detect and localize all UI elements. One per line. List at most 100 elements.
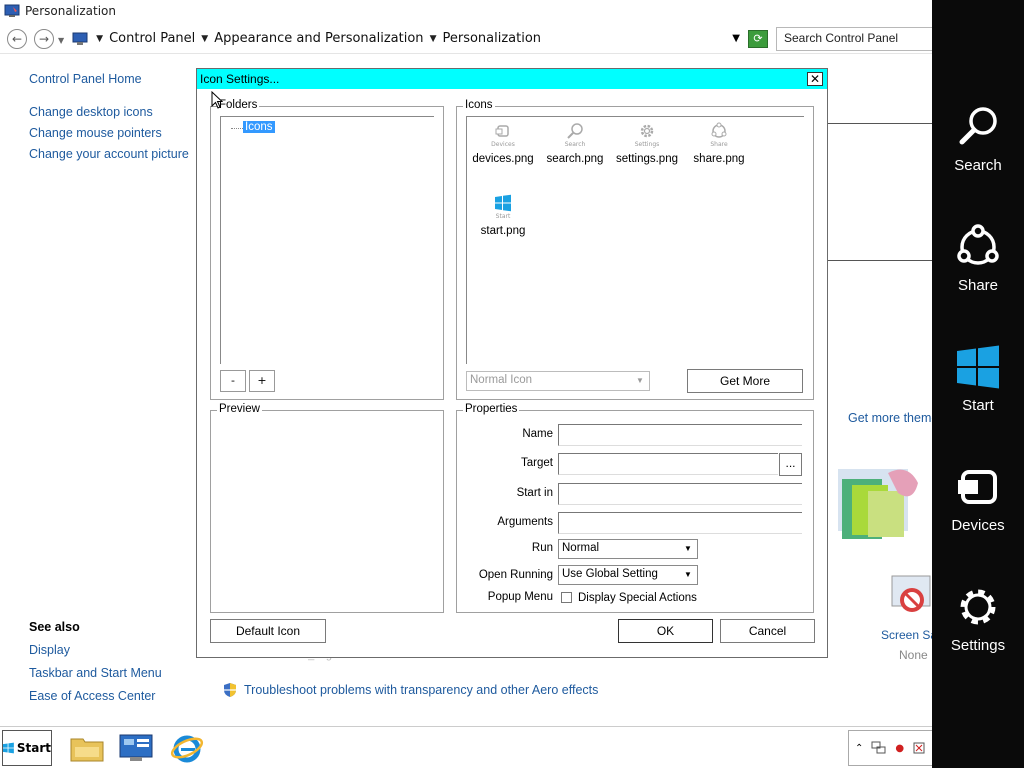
window-title: Personalization — [25, 4, 116, 18]
breadcrumb-separator[interactable]: ▼ — [96, 34, 103, 44]
arrow-right-icon: → — [38, 31, 50, 46]
icon-caption: Share — [710, 141, 728, 148]
name-input[interactable] — [558, 424, 802, 446]
open-running-value: Use Global Setting — [562, 568, 658, 580]
cancel-button[interactable]: Cancel — [720, 619, 815, 643]
browse-button[interactable]: ... — [779, 453, 802, 476]
alert-icon[interactable]: ● — [895, 743, 904, 754]
taskbar-start-menu-link[interactable]: Taskbar and Start Menu — [29, 666, 162, 680]
target-input[interactable] — [558, 453, 778, 475]
icon-item-devices[interactable]: Devices devices.png — [467, 121, 539, 165]
breadcrumb-control-panel[interactable]: Control Panel — [109, 31, 195, 46]
taskbar-control-panel[interactable] — [113, 730, 159, 766]
share-icon — [957, 224, 999, 265]
personalization-icon — [4, 4, 20, 17]
folder-tree[interactable]: Icons — [220, 116, 434, 364]
display-special-checkbox[interactable] — [561, 592, 572, 603]
ease-of-access-link[interactable]: Ease of Access Center — [29, 689, 155, 703]
icon-filename: settings.png — [615, 153, 678, 165]
icon-type-select[interactable]: Normal Icon ▼ — [466, 371, 650, 391]
change-mouse-pointers-link[interactable]: Change mouse pointers — [29, 126, 199, 140]
change-account-picture-link[interactable]: Change your account picture — [29, 147, 199, 161]
breadcrumb-appearance[interactable]: Appearance and Personalization — [214, 31, 423, 46]
run-select[interactable]: Normal ▼ — [558, 539, 698, 559]
icon-item-share[interactable]: Share share.png — [683, 121, 755, 165]
close-button[interactable]: ✕ — [807, 72, 823, 86]
start-button[interactable]: Start — [2, 730, 52, 766]
dialog-titlebar[interactable]: Icon Settings... ✕ — [197, 69, 827, 89]
recent-pages-dropdown[interactable]: ▼ — [58, 36, 64, 45]
search-icon — [567, 123, 583, 139]
breadcrumb-separator[interactable]: ▼ — [201, 34, 208, 44]
search-input[interactable]: Search Control Panel — [776, 26, 932, 51]
theme-thumbnail[interactable] — [828, 463, 932, 553]
charm-settings[interactable]: Settings — [932, 584, 1024, 654]
ok-button[interactable]: OK — [618, 619, 713, 643]
chevron-down-icon: ▼ — [636, 376, 644, 385]
screen-saver-icon[interactable] — [888, 574, 932, 618]
start-in-label: Start in — [516, 487, 553, 499]
action-center-icon[interactable] — [912, 741, 926, 755]
refresh-icon: ⟳ — [753, 32, 763, 45]
divider — [828, 123, 932, 124]
troubleshoot-row: Troubleshoot problems with transparency … — [222, 682, 598, 698]
open-running-label: Open Running — [478, 569, 553, 581]
start-in-input[interactable] — [558, 483, 802, 505]
icon-filename: search.png — [546, 153, 604, 165]
breadcrumb-personalization[interactable]: Personalization — [442, 31, 541, 46]
icon-item-settings[interactable]: Settings settings.png — [611, 121, 683, 165]
run-value: Normal — [562, 542, 600, 554]
icon-list[interactable]: Devices devices.png Search search.png Se… — [466, 116, 804, 364]
taskbar-internet-explorer[interactable] — [164, 730, 210, 766]
run-label: Run — [531, 542, 553, 554]
gear-icon — [640, 124, 654, 138]
charm-devices[interactable]: Devices — [932, 464, 1024, 534]
get-more-button[interactable]: Get More — [687, 369, 803, 393]
address-bar: ← → ▼ ▼ Control Panel ▼ Appearance and P… — [0, 24, 932, 54]
arguments-input[interactable] — [558, 512, 802, 534]
network-icon[interactable] — [871, 741, 887, 755]
refresh-button[interactable]: ⟳ — [748, 29, 768, 48]
forward-button[interactable]: → — [34, 28, 54, 49]
folders-label: Folders — [217, 99, 260, 111]
icon-caption: Devices — [491, 141, 515, 148]
open-running-select[interactable]: Use Global Setting ▼ — [558, 565, 698, 585]
close-icon: ✕ — [809, 72, 821, 86]
preview-group: Preview — [210, 403, 444, 613]
windows-logo-icon — [957, 345, 999, 389]
screen-saver-link[interactable]: Screen Sa — [881, 628, 937, 642]
system-tray: ⌃ ● — [848, 730, 932, 766]
charm-share[interactable]: Share — [932, 224, 1024, 294]
gear-icon — [960, 589, 996, 625]
charm-label: Start — [962, 397, 994, 414]
address-history-dropdown[interactable]: ▼ — [732, 33, 740, 44]
chevron-down-icon: ▼ — [684, 544, 692, 553]
breadcrumb-separator[interactable]: ▼ — [430, 34, 437, 44]
icon-filename: devices.png — [472, 153, 534, 165]
arrow-left-icon: ← — [11, 31, 23, 46]
arguments-label: Arguments — [497, 516, 553, 528]
charm-label: Share — [957, 277, 999, 294]
remove-folder-button[interactable]: - — [220, 370, 246, 392]
icon-type-value: Normal Icon — [470, 374, 532, 386]
charm-search[interactable]: Search — [932, 104, 1024, 174]
icon-caption: Settings — [634, 141, 660, 148]
change-desktop-icons-link[interactable]: Change desktop icons — [29, 105, 199, 119]
chevron-up-icon[interactable]: ⌃ — [855, 743, 863, 754]
display-link[interactable]: Display — [29, 643, 70, 657]
icon-item-search[interactable]: Search search.png — [539, 121, 611, 165]
icon-filename: start.png — [480, 225, 526, 237]
add-folder-button[interactable]: + — [249, 370, 275, 392]
windows-logo-icon — [495, 194, 511, 212]
icon-item-start[interactable]: Start start.png — [467, 193, 539, 237]
default-icon-button[interactable]: Default Icon — [210, 619, 326, 643]
charm-start[interactable]: Start — [932, 344, 1024, 414]
control-panel-home-link[interactable]: Control Panel Home — [29, 72, 199, 86]
troubleshoot-link[interactable]: Troubleshoot problems with transparency … — [244, 683, 598, 697]
get-more-themes-link[interactable]: Get more theme — [848, 411, 938, 425]
folder-item-icons[interactable]: Icons — [243, 121, 275, 133]
windows-logo-icon — [3, 742, 14, 754]
charm-label: Search — [954, 157, 1002, 174]
taskbar-explorer[interactable] — [64, 730, 110, 766]
back-button[interactable]: ← — [7, 28, 27, 49]
